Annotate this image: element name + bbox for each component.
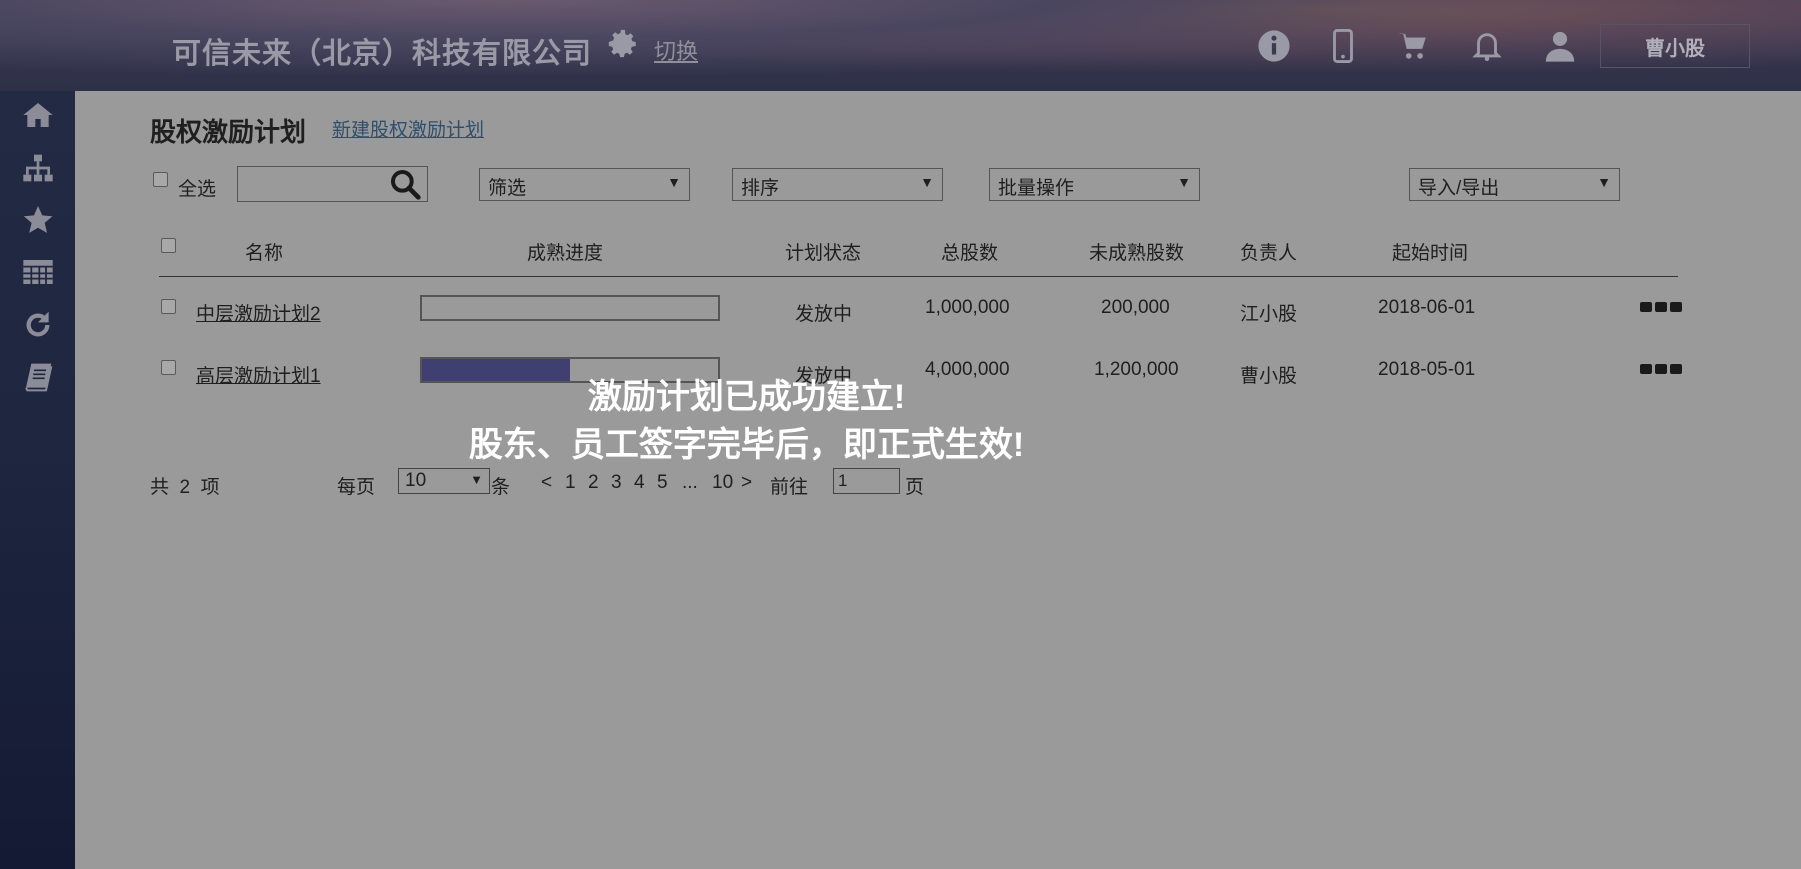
goto-page-input[interactable]: 1	[833, 468, 900, 494]
success-message-line2: 股东、员工签字完毕后，即正式生效!	[468, 426, 1025, 464]
filter-dropdown-label: 筛选	[488, 178, 527, 199]
company-name: 可信未来（北京）科技有限公司	[172, 38, 593, 70]
table-icon[interactable]	[19, 256, 57, 288]
sort-dropdown[interactable]: 排序 ▼	[732, 168, 943, 201]
chevron-down-icon: ▼	[1177, 174, 1191, 190]
batch-dropdown-label: 批量操作	[998, 178, 1075, 199]
page-link[interactable]: 1	[565, 472, 576, 494]
sidebar	[0, 91, 75, 869]
page-ellipsis: ...	[682, 472, 698, 493]
top-bar: 可信未来（北京）科技有限公司 切换 曹小股	[0, 0, 1801, 91]
home-icon[interactable]	[19, 99, 57, 131]
owner-name: 江小股	[1240, 304, 1298, 325]
page-link[interactable]: 2	[588, 472, 599, 494]
user-icon[interactable]	[1543, 28, 1577, 64]
unvested-shares: 200,000	[1101, 297, 1170, 318]
star-icon[interactable]	[19, 204, 57, 236]
header-checkbox[interactable]	[161, 238, 176, 253]
column-header-owner[interactable]: 负责人	[1240, 238, 1297, 265]
chevron-down-icon: ▼	[667, 174, 681, 190]
chevron-down-icon: ▼	[470, 472, 483, 487]
switch-company-link[interactable]: 切换	[654, 34, 698, 66]
success-message-line1: 激励计划已成功建立!	[587, 378, 906, 416]
refresh-icon[interactable]	[19, 309, 57, 341]
column-header-total-shares[interactable]: 总股数	[941, 238, 998, 265]
info-icon[interactable]	[1257, 28, 1291, 64]
next-page-button[interactable]: >	[741, 472, 752, 494]
plan-status: 发放中	[795, 304, 853, 325]
success-message: 激励计划已成功建立! 股东、员工签字完毕后，即正式生效!	[0, 373, 1801, 469]
total-shares: 1,000,000	[925, 297, 1010, 318]
user-name-button[interactable]: 曹小股	[1600, 24, 1750, 68]
cart-icon[interactable]	[1396, 28, 1430, 64]
column-header-progress[interactable]: 成熟进度	[527, 238, 603, 265]
goto-label: 前往	[770, 477, 809, 498]
start-date: 2018-06-01	[1378, 297, 1476, 318]
chevron-down-icon: ▼	[1597, 174, 1611, 190]
per-page-value: 10	[405, 470, 427, 491]
page-link[interactable]: 5	[657, 472, 668, 494]
more-actions-icon[interactable]	[1640, 302, 1682, 314]
page-link[interactable]: 4	[634, 472, 645, 494]
page-unit: 页	[905, 477, 925, 498]
column-header-status[interactable]: 计划状态	[785, 238, 861, 265]
column-header-name[interactable]: 名称	[245, 238, 283, 265]
header-divider	[159, 276, 1678, 277]
page-link[interactable]: 3	[611, 472, 622, 494]
bell-icon[interactable]	[1470, 28, 1504, 64]
per-page-select[interactable]: 10 ▼	[398, 468, 490, 494]
filter-dropdown[interactable]: 筛选 ▼	[479, 168, 690, 201]
settings-gear-icon[interactable]	[606, 27, 640, 61]
mobile-phone-icon[interactable]	[1326, 28, 1360, 64]
row-checkbox[interactable]	[161, 299, 176, 314]
import-export-dropdown[interactable]: 导入/导出 ▼	[1409, 168, 1620, 201]
search-icon[interactable]	[388, 168, 422, 200]
sort-dropdown-label: 排序	[741, 178, 780, 199]
new-plan-link[interactable]: 新建股权激励计划	[332, 115, 484, 142]
batch-operation-dropdown[interactable]: 批量操作 ▼	[989, 168, 1200, 201]
select-all-label: 全选	[178, 179, 217, 200]
per-page-label: 每页	[337, 477, 376, 498]
prev-page-button[interactable]: <	[541, 472, 552, 494]
per-page-unit: 条	[491, 477, 511, 498]
import-export-dropdown-label: 导入/导出	[1418, 178, 1500, 199]
plan-name-link[interactable]: 中层激励计划2	[196, 299, 321, 326]
org-chart-icon[interactable]	[19, 152, 57, 184]
chevron-down-icon: ▼	[920, 174, 934, 190]
vesting-progress-bar	[420, 295, 720, 321]
column-header-start-date[interactable]: 起始时间	[1392, 238, 1468, 265]
total-count: 共 2 项	[150, 477, 220, 498]
page-title: 股权激励计划	[150, 117, 307, 147]
select-all-checkbox[interactable]	[153, 172, 168, 187]
column-header-unvested-shares[interactable]: 未成熟股数	[1089, 238, 1184, 265]
page-link[interactable]: 10	[712, 472, 733, 494]
